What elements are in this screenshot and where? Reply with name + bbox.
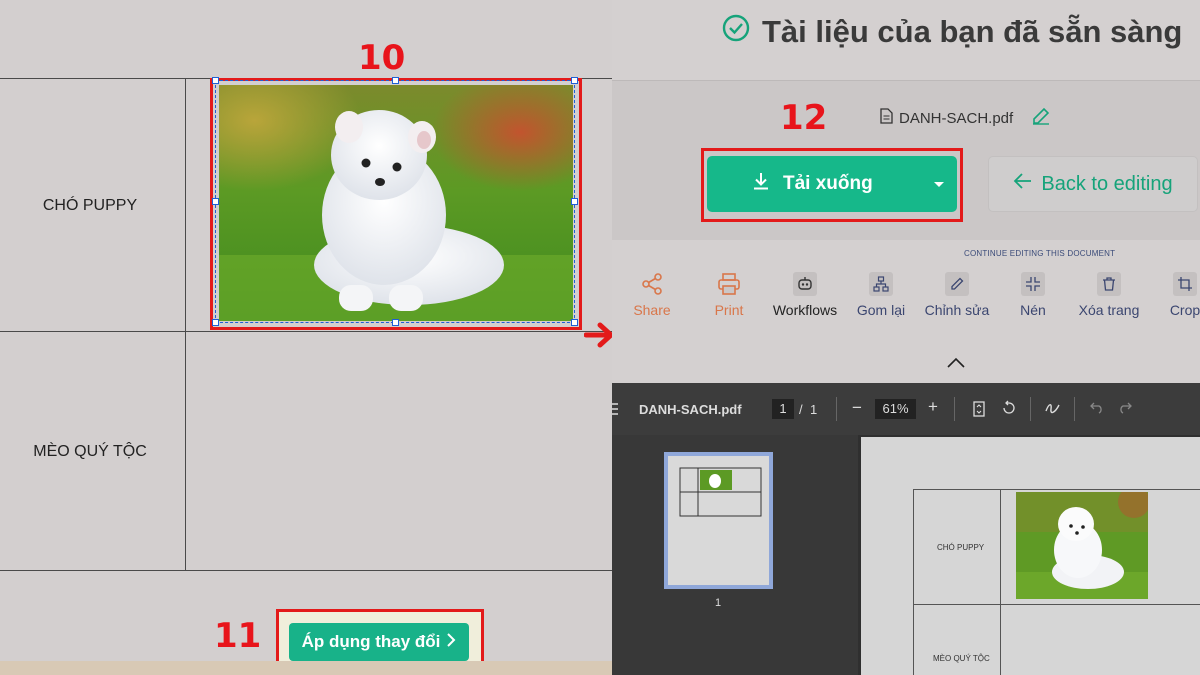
undo-icon[interactable]: [1090, 402, 1104, 417]
table-column-divider: [185, 78, 186, 570]
trash-icon: [1097, 272, 1121, 296]
printer-icon: [717, 272, 741, 296]
page-puppy-image: [1016, 492, 1148, 599]
back-to-editing-button[interactable]: Back to editing: [988, 156, 1198, 212]
continue-editing-text: CONTINUE EDITING THIS DOCUMENT: [964, 249, 1116, 258]
page-row-label-cat: MÈO QUÝ TỘC: [933, 654, 990, 663]
download-label: Tải xuống: [783, 173, 873, 194]
tool-share-label: Share: [633, 302, 671, 318]
pdf-page: CHÓ PUPPY MÈO QUÝ TỘC: [861, 437, 1200, 675]
page-table-line: [913, 489, 914, 675]
caret-down-icon[interactable]: [933, 173, 945, 195]
row-label-puppy: CHÓ PUPPY: [42, 197, 138, 214]
rotate-icon[interactable]: [1001, 400, 1017, 419]
file-name: DANH-SACH.pdf: [899, 109, 1014, 127]
resize-handle-tl[interactable]: [212, 77, 219, 84]
chevron-right-icon: [446, 632, 456, 653]
edit-filename-icon[interactable]: [1031, 106, 1051, 130]
share-icon: [640, 272, 664, 296]
tool-print-label: Print: [714, 302, 744, 318]
resize-handle-tm[interactable]: [392, 77, 399, 84]
result-panel: Tài liệu của bạn đã sẵn sàng 12 DANH-SAC…: [612, 0, 1200, 675]
pdf-viewer-toolbar: DANH-SACH.pdf 1 / 1 − 61% +: [612, 383, 1200, 435]
page-row-label-puppy: CHÓ PUPPY: [937, 543, 985, 552]
bottom-strip: [0, 661, 612, 675]
tool-edit-label: Chỉnh sửa: [924, 302, 990, 318]
tool-delete-page[interactable]: Xóa trang: [1069, 270, 1149, 318]
toolbar-divider: [1074, 397, 1075, 421]
ready-title: Tài liệu của bạn đã sẵn sàng: [762, 14, 1183, 49]
pencil-icon: [945, 272, 969, 296]
resize-handle-tr[interactable]: [571, 77, 578, 84]
tool-merge[interactable]: Gom lại: [841, 270, 921, 318]
chevron-up-icon[interactable]: [946, 356, 966, 374]
tool-print[interactable]: Print: [689, 270, 769, 318]
page-table-line: [1000, 489, 1001, 675]
resize-handle-br[interactable]: [571, 319, 578, 326]
file-name-row: DANH-SACH.pdf: [880, 106, 1051, 130]
table-border-bottom: [0, 570, 612, 571]
crop-icon: [1173, 272, 1197, 296]
step-number-download: 12: [780, 98, 828, 138]
fit-page-icon[interactable]: [973, 401, 985, 420]
tool-workflows[interactable]: Workflows: [765, 270, 845, 318]
file-icon: [880, 108, 893, 128]
page-table-line: [913, 604, 1200, 605]
page-total: 1: [810, 402, 818, 417]
merge-icon: [869, 272, 893, 296]
toolbar-divider: [836, 397, 837, 421]
zoom-out-icon[interactable]: −: [852, 398, 862, 418]
table-border-middle: [0, 331, 612, 332]
thumbnail-sidebar: 1: [612, 435, 858, 675]
apply-changes-label: Áp dụng thay đổi: [301, 632, 441, 651]
tool-compress-label: Nén: [1020, 302, 1046, 318]
step-number-image: 10: [358, 38, 406, 78]
robot-icon: [793, 272, 817, 296]
download-icon: [751, 171, 771, 197]
tool-workflows-label: Workflows: [772, 302, 838, 318]
page-thumbnail[interactable]: [664, 452, 773, 589]
tool-compress[interactable]: Nén: [993, 270, 1073, 318]
draw-icon[interactable]: [1045, 401, 1061, 418]
menu-icon[interactable]: [612, 403, 618, 418]
step-number-apply: 11: [214, 616, 262, 656]
check-circle-icon: [722, 14, 750, 50]
zoom-level-input[interactable]: 61%: [875, 399, 916, 419]
back-to-editing-label: Back to editing: [1041, 172, 1173, 195]
compress-icon: [1021, 272, 1045, 296]
thumbnail-page-number: 1: [715, 597, 722, 609]
editor-panel: CHÓ PUPPY MÈO QUÝ TỘC 10 11 Áp dụng thay…: [0, 0, 612, 675]
page-separator: /: [799, 402, 803, 417]
zoom-in-icon[interactable]: +: [928, 397, 938, 417]
resize-handle-ml[interactable]: [212, 198, 219, 205]
redo-icon[interactable]: [1118, 402, 1132, 417]
resize-handle-bl[interactable]: [212, 319, 219, 326]
apply-changes-button[interactable]: Áp dụng thay đổi: [289, 623, 469, 661]
download-button[interactable]: Tải xuống: [707, 156, 957, 212]
toolbar-divider: [1030, 397, 1031, 421]
resize-handle-bm[interactable]: [392, 319, 399, 326]
ready-heading: Tài liệu của bạn đã sẵn sàng: [722, 14, 1182, 50]
tool-edit[interactable]: Chỉnh sửa: [917, 270, 997, 318]
tool-crop-label: Crop: [1169, 302, 1200, 318]
pdf-viewer-body: 1 CHÓ PUPPY MÈO QUÝ TỘC: [612, 435, 1200, 675]
toolbar-divider: [954, 397, 955, 421]
image-selection-box[interactable]: [215, 80, 575, 323]
page-current-input[interactable]: 1: [772, 399, 794, 419]
arrow-left-icon: [1013, 172, 1033, 196]
resize-handle-mr[interactable]: [571, 198, 578, 205]
row-label-cat: MÈO QUÝ TỘC: [33, 443, 147, 460]
tool-share[interactable]: Share: [612, 270, 692, 318]
page-table-line: [913, 489, 1200, 490]
tool-delete-page-label: Xóa trang: [1078, 302, 1140, 318]
viewer-filename: DANH-SACH.pdf: [639, 402, 742, 417]
tool-merge-label: Gom lại: [856, 302, 906, 318]
tool-crop[interactable]: Crop: [1145, 270, 1200, 318]
